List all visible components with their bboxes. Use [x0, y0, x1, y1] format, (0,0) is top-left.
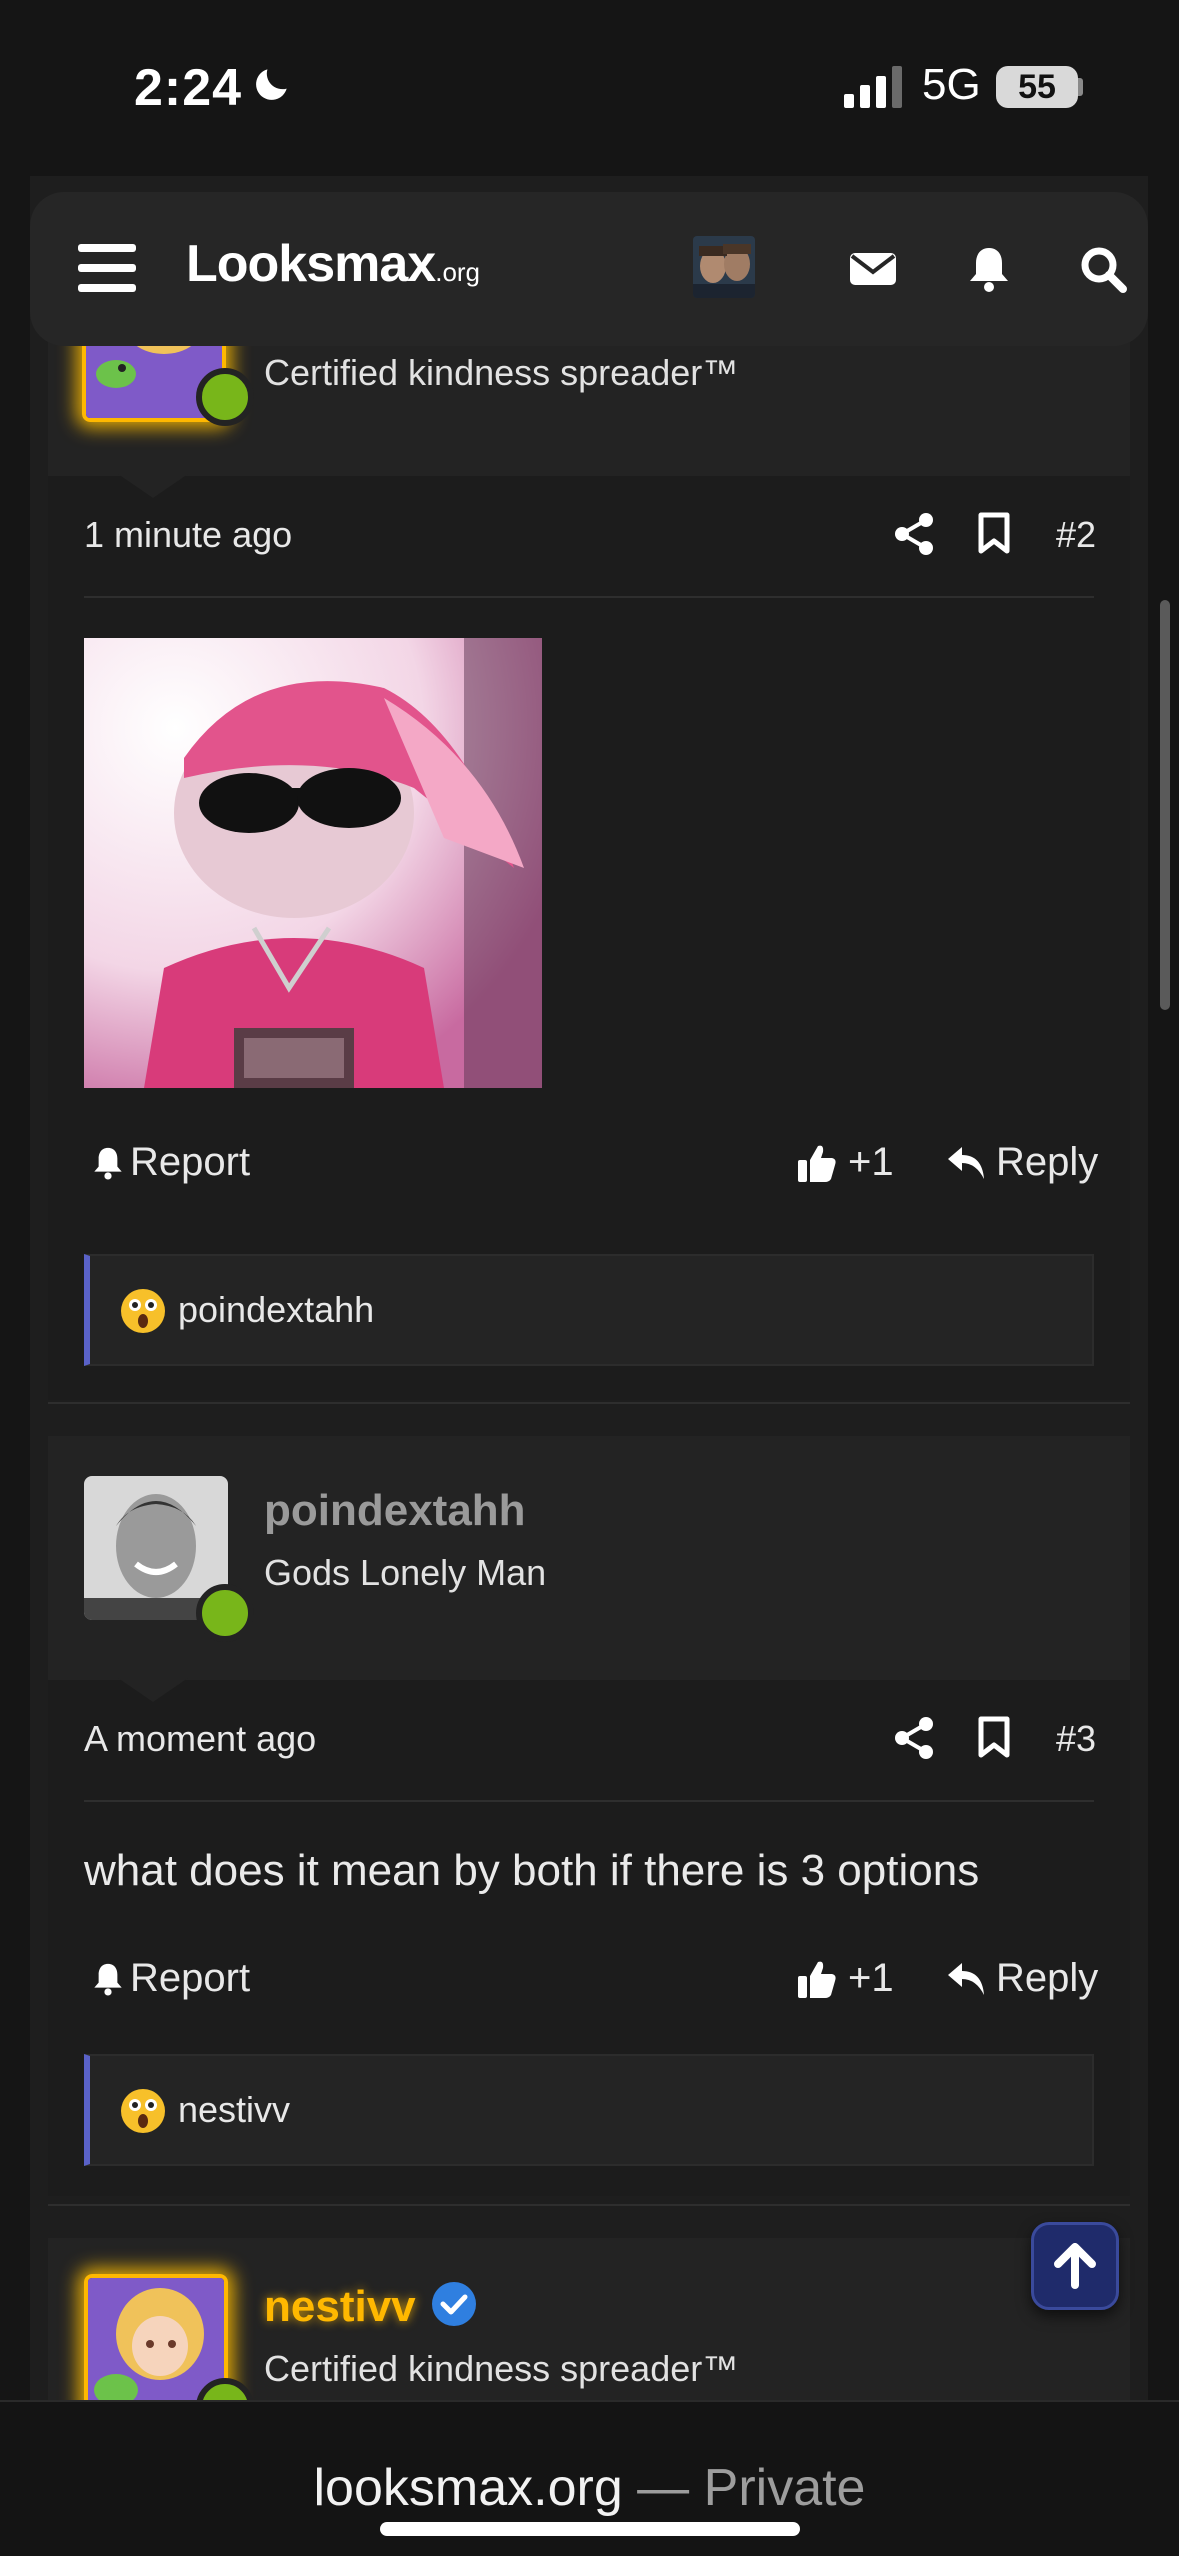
post-time[interactable]: 1 minute ago — [84, 514, 292, 556]
report-button[interactable]: Report — [90, 1956, 250, 2001]
arrow-up-icon — [1054, 2243, 1096, 2289]
reply-button[interactable]: Reply — [946, 1140, 1098, 1185]
online-indicator — [196, 368, 254, 426]
logo-text: Looksmax — [186, 235, 436, 293]
bell-icon — [94, 1147, 122, 1180]
report-label: Report — [130, 1956, 251, 2000]
report-label: Report — [130, 1140, 251, 1184]
user-title: Gods Lonely Man — [264, 1552, 547, 1593]
post-actions: Report +1 Reply — [84, 1946, 1098, 2016]
domain: looksmax.org — [313, 2459, 623, 2517]
avatar[interactable] — [84, 2274, 228, 2400]
scrollbar[interactable] — [1160, 600, 1170, 1010]
post-header: nestivv Certified kindness spreader™ — [48, 2238, 1130, 2400]
top-nav: Looksmax.org — [30, 192, 1148, 346]
status-time: 2:24 — [134, 59, 243, 117]
post-meta: 1 minute ago #2 — [84, 476, 1096, 598]
astonished-emoji-icon — [121, 2089, 165, 2133]
reaction-username[interactable]: nestivv — [178, 2089, 290, 2131]
separator: — — [622, 2459, 704, 2517]
share-icon[interactable] — [894, 512, 934, 556]
astonished-emoji-icon — [121, 1289, 165, 1333]
battery-icon: 55 — [996, 66, 1078, 108]
post-3: poindextahh Gods Lonely Man A moment ago… — [48, 1436, 1130, 2196]
username[interactable]: nestivv — [264, 2282, 416, 2332]
menu-icon[interactable] — [78, 244, 138, 294]
battery-tip — [1078, 78, 1083, 96]
reactions-bar[interactable]: nestivv — [84, 2054, 1094, 2166]
reply-button[interactable]: Reply — [946, 1956, 1098, 2001]
post-header: poindextahh Gods Lonely Man — [48, 1436, 1130, 1680]
username[interactable]: poindextahh — [264, 1486, 526, 1536]
private-label: Private — [703, 2459, 866, 2517]
bookmark-icon[interactable] — [978, 512, 1010, 554]
share-icon[interactable] — [894, 1716, 934, 1760]
like-button[interactable]: +1 — [796, 1956, 894, 2001]
search-icon[interactable] — [1078, 244, 1128, 294]
signal-icon — [844, 66, 902, 108]
site-logo[interactable]: Looksmax.org — [186, 234, 480, 294]
reply-icon — [948, 1146, 984, 1179]
mail-icon[interactable] — [848, 244, 898, 294]
post-actions: Report +1 Reply — [84, 1130, 1098, 1200]
account-avatar[interactable] — [693, 236, 755, 298]
post-time[interactable]: A moment ago — [84, 1718, 316, 1760]
scroll-top-button[interactable] — [1031, 2222, 1119, 2310]
home-indicator[interactable] — [380, 2522, 800, 2536]
like-count: +1 — [848, 1956, 894, 2000]
bell-icon[interactable] — [964, 244, 1014, 294]
reply-label: Reply — [996, 1140, 1099, 1184]
like-count: +1 — [848, 1140, 894, 1184]
post-number[interactable]: #3 — [1056, 1718, 1096, 1760]
report-button[interactable]: Report — [90, 1140, 250, 1185]
moon-icon — [256, 69, 287, 100]
bookmark-icon[interactable] — [978, 1716, 1010, 1758]
reaction-username[interactable]: poindextahh — [178, 1289, 374, 1331]
network-label: 5G — [922, 60, 981, 109]
like-button[interactable]: +1 — [796, 1140, 894, 1185]
user-title: Certified kindness spreader™ — [264, 2348, 739, 2389]
logo-suffix: .org — [435, 257, 481, 287]
post-body: what does it mean by both if there is 3 … — [84, 1846, 980, 1895]
post-divider — [48, 1402, 1130, 1404]
post-divider — [48, 2204, 1130, 2206]
bell-icon — [94, 1963, 122, 1996]
status-bar: 2:24 5G 55 — [0, 0, 1179, 176]
online-indicator — [196, 1584, 254, 1642]
reactions-bar[interactable]: poindextahh — [84, 1254, 1094, 1366]
thumbs-up-icon — [798, 1961, 836, 1998]
address-text[interactable]: looksmax.org — Private — [0, 2458, 1179, 2518]
reply-label: Reply — [996, 1956, 1099, 2000]
post-2: Certified kindness spreader™ 1 minute ag… — [48, 300, 1130, 1400]
post-number[interactable]: #2 — [1056, 514, 1096, 556]
post-4: nestivv Certified kindness spreader™ — [48, 2238, 1130, 2400]
user-title: Certified kindness spreader™ — [264, 352, 739, 393]
reply-icon — [948, 1962, 984, 1995]
thumbs-up-icon — [798, 1145, 836, 1182]
post-image[interactable] — [84, 638, 542, 1088]
verified-badge-icon — [432, 2282, 476, 2326]
post-meta: A moment ago #3 — [84, 1680, 1096, 1802]
